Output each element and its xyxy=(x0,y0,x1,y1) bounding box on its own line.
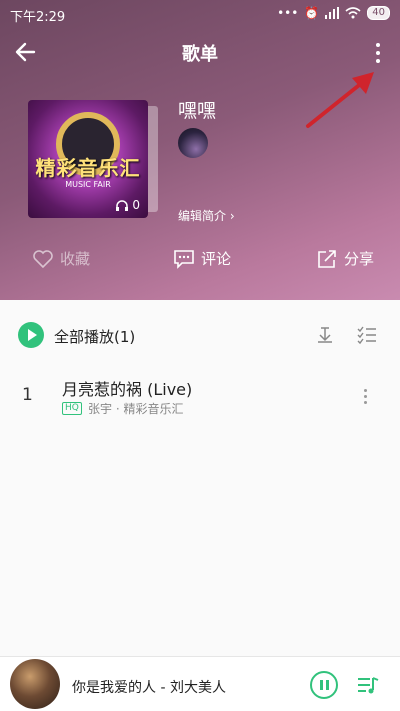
song-index: 1 xyxy=(22,385,33,405)
song-list: 全部播放(1) 1 月亮惹的祸 (Live) HQ 张宇 · 精彩音乐汇 xyxy=(0,300,400,656)
more-notifications-icon: ••• xyxy=(277,6,299,20)
play-all-label[interactable]: 全部播放(1) xyxy=(54,326,135,347)
pause-button[interactable] xyxy=(310,671,338,699)
favorite-button[interactable]: 收藏 xyxy=(32,248,90,269)
edit-intro-link[interactable]: 编辑简介 › xyxy=(178,207,235,224)
creator-avatar[interactable] xyxy=(178,128,208,158)
red-arrow-annotation xyxy=(306,72,374,128)
song-more-button[interactable] xyxy=(360,384,370,408)
download-icon[interactable] xyxy=(314,324,336,346)
mini-player: 你是我爱的人 - 刘大美人 xyxy=(0,656,400,711)
heart-icon xyxy=(33,249,53,268)
status-bar: 下午2:29 ••• ⏰ 40 xyxy=(0,0,400,28)
cover-stack-edge xyxy=(148,106,158,212)
comment-button[interactable]: 评论 xyxy=(173,248,231,269)
action-bar: 收藏 评论 分享 xyxy=(0,248,400,280)
cover-text: 精彩音乐汇 xyxy=(35,156,141,180)
comment-label: 评论 xyxy=(201,250,232,268)
cover-subtext: MUSIC FAIR xyxy=(65,180,111,189)
status-time: 下午2:29 xyxy=(10,10,66,25)
share-icon xyxy=(318,249,336,268)
song-artist-album: 张宇 · 精彩音乐汇 xyxy=(88,402,184,416)
headphones-icon xyxy=(116,199,129,211)
alarm-icon: ⏰ xyxy=(304,6,320,20)
share-label: 分享 xyxy=(344,250,375,268)
playlist-header: 下午2:29 ••• ⏰ 40 歌单 精彩音乐汇 MUSIC FAIR 0 嘿嘿 xyxy=(0,0,400,300)
playlist-cover[interactable]: 精彩音乐汇 MUSIC FAIR 0 xyxy=(28,100,148,218)
page-title: 歌单 xyxy=(182,44,218,65)
status-icons: ••• ⏰ 40 xyxy=(277,6,390,20)
favorite-label: 收藏 xyxy=(60,250,91,268)
now-playing-cover[interactable] xyxy=(10,659,60,709)
signal-icon xyxy=(325,7,340,19)
playlist-queue-icon[interactable] xyxy=(356,673,380,697)
share-button[interactable]: 分享 xyxy=(316,248,374,269)
song-row[interactable]: 1 月亮惹的祸 (Live) HQ 张宇 · 精彩音乐汇 xyxy=(0,370,400,422)
battery-indicator: 40 xyxy=(367,6,390,20)
hq-badge: HQ xyxy=(62,402,82,415)
song-title: 月亮惹的祸 (Live) xyxy=(62,380,193,399)
multi-select-icon[interactable] xyxy=(356,324,378,346)
wifi-icon xyxy=(345,7,361,19)
play-count-value: 0 xyxy=(132,198,140,212)
play-all-row: 全部播放(1) xyxy=(0,316,400,356)
comment-icon xyxy=(174,249,194,269)
play-count: 0 xyxy=(116,198,140,212)
play-all-icon[interactable] xyxy=(18,322,44,348)
playlist-name: 嘿嘿 xyxy=(178,100,217,122)
now-playing-title[interactable]: 你是我爱的人 - 刘大美人 xyxy=(72,677,226,697)
